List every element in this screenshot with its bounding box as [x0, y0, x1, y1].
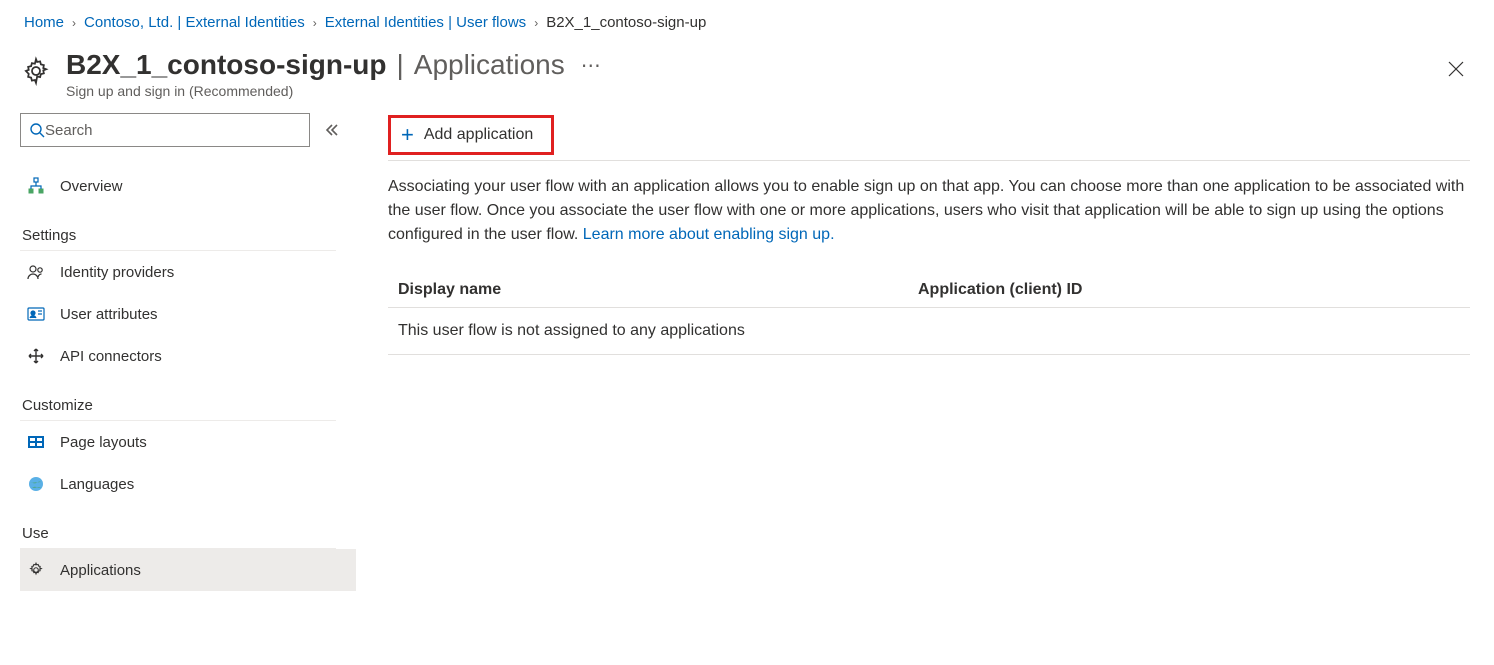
- page-title-separator: |: [396, 49, 403, 81]
- sidebar-item-label: Languages: [60, 476, 134, 493]
- page-subtitle: Sign up and sign in (Recommended): [66, 83, 1438, 99]
- add-application-button[interactable]: + Add application: [388, 115, 554, 155]
- sidebar-group-customize: Customize: [20, 377, 336, 421]
- layout-grid-icon: [26, 432, 46, 452]
- globe-icon: [26, 474, 46, 494]
- collapse-sidebar-button[interactable]: [324, 122, 340, 138]
- breadcrumb-current: B2X_1_contoso-sign-up: [546, 14, 706, 31]
- sidebar-item-languages[interactable]: Languages: [20, 463, 356, 505]
- description-text: Associating your user flow with an appli…: [388, 175, 1470, 247]
- sitemap-icon: [26, 176, 46, 196]
- page-section: Applications: [414, 49, 565, 81]
- sidebar: Overview Settings Identity providers: [0, 109, 356, 591]
- people-icon: [26, 262, 46, 282]
- breadcrumb-link-home[interactable]: Home: [24, 14, 64, 31]
- sidebar-item-label: Identity providers: [60, 264, 174, 281]
- main-content: + Add application Associating your user …: [356, 109, 1494, 355]
- search-input[interactable]: [45, 122, 301, 139]
- breadcrumb: Home › Contoso, Ltd. | External Identiti…: [0, 0, 1494, 41]
- sidebar-group-settings: Settings: [20, 207, 336, 251]
- search-icon: [29, 122, 45, 138]
- plus-icon: +: [401, 124, 414, 146]
- more-actions-button[interactable]: ⋯: [575, 53, 609, 78]
- sidebar-item-label: Applications: [60, 562, 141, 579]
- table-empty-row: This user flow is not assigned to any ap…: [388, 308, 1470, 355]
- add-application-label: Add application: [424, 126, 533, 144]
- close-button[interactable]: [1438, 55, 1474, 83]
- sidebar-group-use: Use: [20, 505, 336, 549]
- id-card-icon: [26, 304, 46, 324]
- sidebar-item-identity-providers[interactable]: Identity providers: [20, 251, 356, 293]
- chevron-right-icon: ›: [313, 16, 317, 30]
- table-header: Display name Application (client) ID: [388, 273, 1470, 308]
- sidebar-item-applications[interactable]: Applications: [20, 549, 356, 591]
- move-arrows-icon: [26, 346, 46, 366]
- page-header: B2X_1_contoso-sign-up | Applications ⋯ S…: [0, 41, 1494, 109]
- sidebar-item-api-connectors[interactable]: API connectors: [20, 335, 356, 377]
- search-box[interactable]: [20, 113, 310, 147]
- breadcrumb-link-directory[interactable]: Contoso, Ltd. | External Identities: [84, 14, 305, 31]
- learn-more-link[interactable]: Learn more about enabling sign up.: [583, 226, 835, 243]
- sidebar-item-label: User attributes: [60, 306, 158, 323]
- sidebar-item-overview[interactable]: Overview: [20, 165, 356, 207]
- sidebar-item-label: API connectors: [60, 348, 162, 365]
- sidebar-item-label: Page layouts: [60, 434, 147, 451]
- applications-table: Display name Application (client) ID Thi…: [388, 273, 1470, 355]
- chevron-right-icon: ›: [534, 16, 538, 30]
- column-display-name[interactable]: Display name: [398, 281, 918, 299]
- gear-icon: [26, 560, 46, 580]
- page-title: B2X_1_contoso-sign-up: [66, 49, 386, 81]
- gear-icon: [20, 55, 52, 87]
- sidebar-item-user-attributes[interactable]: User attributes: [20, 293, 356, 335]
- sidebar-item-page-layouts[interactable]: Page layouts: [20, 421, 356, 463]
- chevron-right-icon: ›: [72, 16, 76, 30]
- toolbar: + Add application: [388, 109, 1470, 161]
- column-client-id[interactable]: Application (client) ID: [918, 281, 1460, 299]
- breadcrumb-link-userflows[interactable]: External Identities | User flows: [325, 14, 526, 31]
- sidebar-item-label: Overview: [60, 178, 123, 195]
